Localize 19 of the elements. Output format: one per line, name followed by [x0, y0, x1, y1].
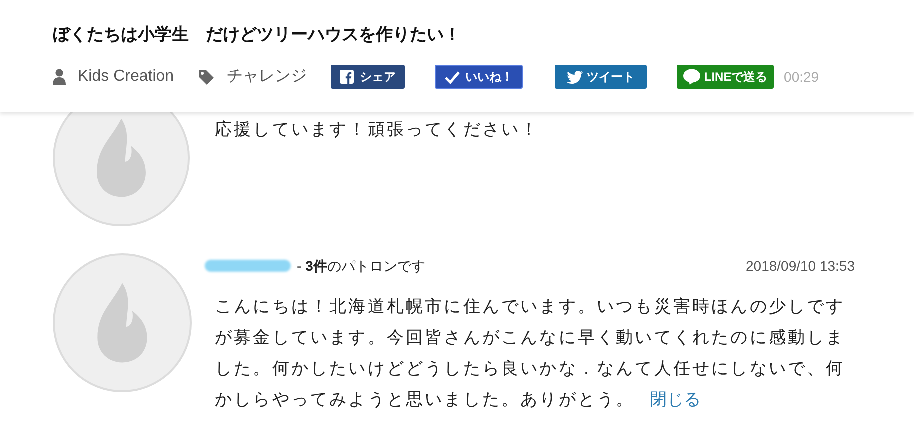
facebook-icon: [340, 70, 354, 84]
user-icon: [53, 69, 66, 85]
comment-text: こんにちは！北海道札幌市に住んでいます。いつも災害時ほんの少しですが募金しています。今回皆さんがこんなに早く動いてくれたのに感動しました。何かしたいけどどうしたら良いかな．なんて人任せにしないで、何かしらやってみようと思いました。ありがとう。 閉じる: [215, 296, 846, 411]
facebook-share-button[interactable]: シェア: [331, 65, 406, 89]
patron-count: - 3件のパトロンです: [297, 256, 426, 276]
like-share-button[interactable]: いいね！: [435, 65, 524, 89]
speech-bubble-icon: [683, 69, 702, 85]
comment-time: 2018/09/10 13:53: [746, 256, 855, 276]
bird-icon: [567, 70, 584, 84]
line-share-button[interactable]: LINEで送る: [677, 65, 774, 89]
category-link[interactable]: チャレンジ: [227, 65, 308, 89]
tag-icon: [198, 68, 216, 86]
comment-time: 00:29: [784, 68, 820, 86]
article-title: ぼくたちは小学生 だけどツリーハウスを作りたい！: [53, 24, 462, 46]
comment-text: 応援しています！頑張ってください！: [215, 119, 541, 141]
twitter-share-button[interactable]: ツイート: [555, 65, 648, 89]
close-link[interactable]: 閉じる: [650, 390, 702, 409]
author-name[interactable]: Kids Creation: [78, 65, 174, 89]
check-icon: [444, 70, 460, 84]
